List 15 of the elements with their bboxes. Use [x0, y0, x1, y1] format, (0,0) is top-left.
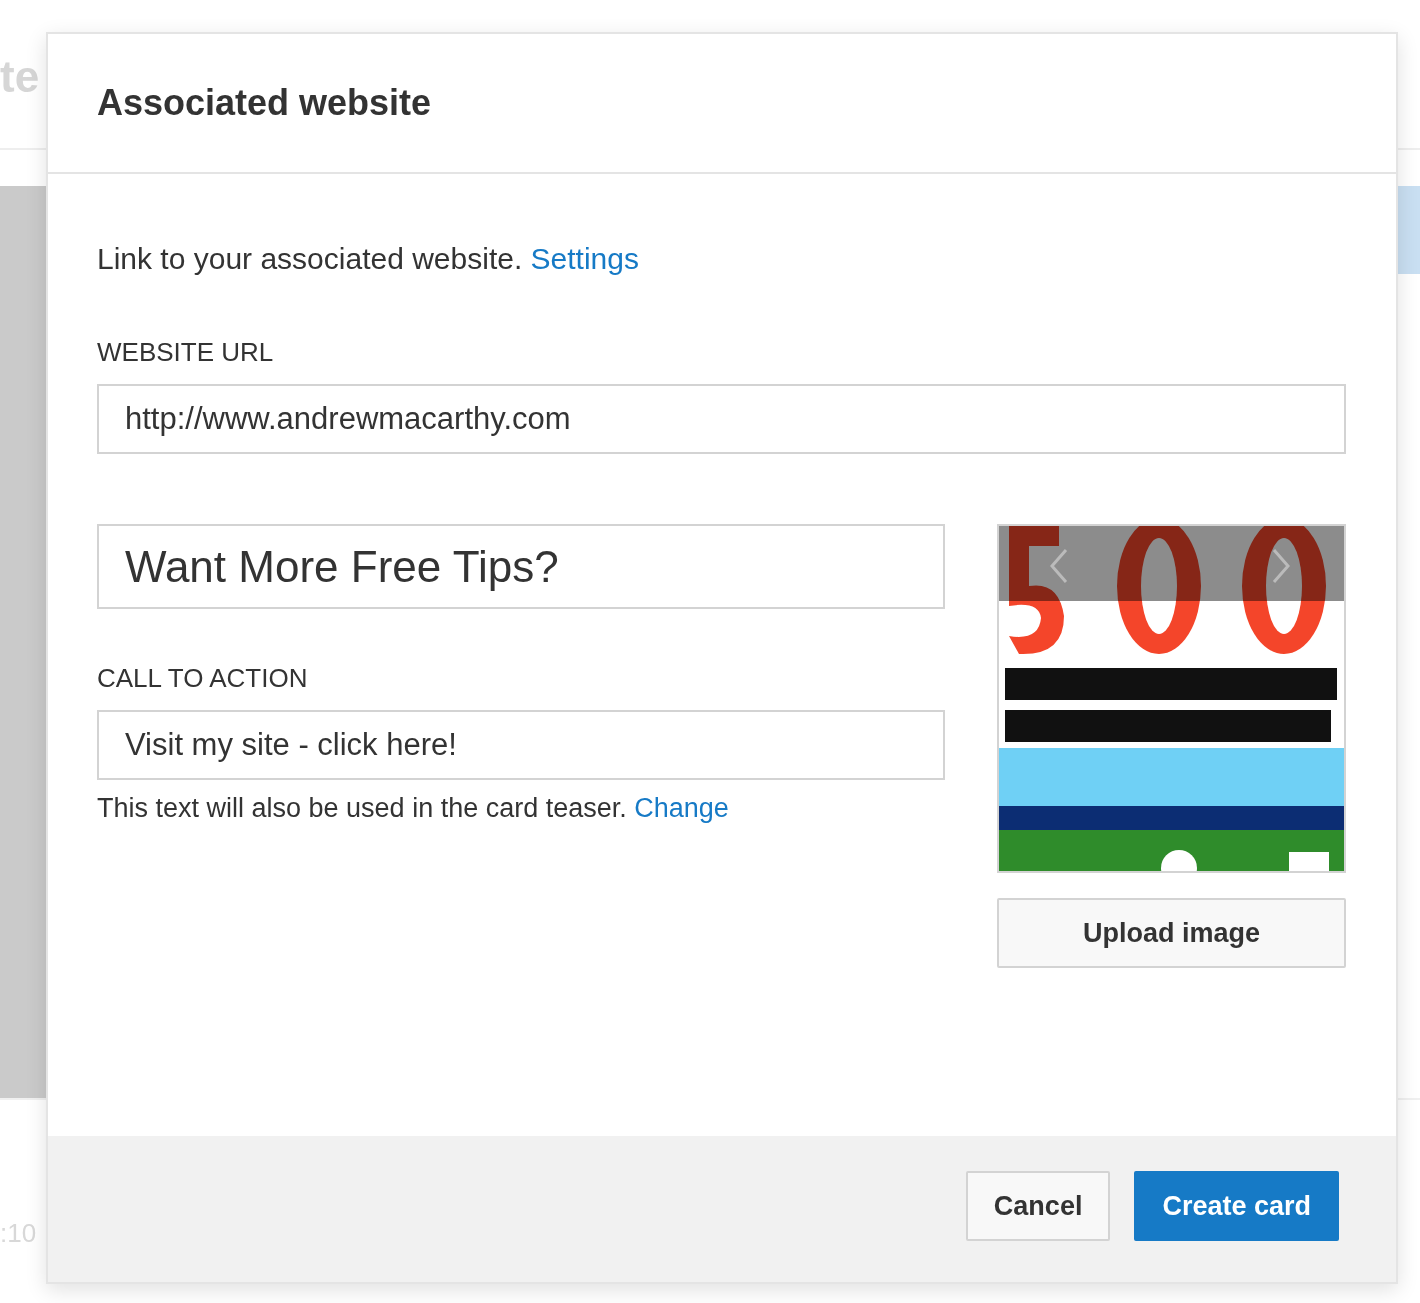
previous-icon[interactable] [1049, 548, 1069, 584]
field-label: WEBSITE URL [97, 336, 275, 369]
dialog-title: Associated website [97, 81, 432, 125]
headline-input[interactable]: Want More Free Tips? [97, 524, 945, 609]
settings-link[interactable]: Settings [530, 242, 639, 275]
hint-text: This text will also be used in the card teaser. Change [97, 792, 730, 825]
next-icon[interactable] [1271, 548, 1291, 584]
url-input[interactable]: http://www.andrewmacarthy.com [97, 384, 1346, 454]
upload-button[interactable]: Upload image [997, 898, 1346, 968]
field-label: CALL TO ACTION [97, 662, 309, 695]
intro-text: Link to your associated website. Settings [97, 241, 640, 277]
cta-input[interactable]: Visit my site - click here! [97, 710, 945, 780]
create-button[interactable]: Create card [1134, 1171, 1339, 1241]
cancel-button[interactable]: Cancel [965, 1171, 1111, 1241]
change-link[interactable]: Change [634, 793, 729, 823]
